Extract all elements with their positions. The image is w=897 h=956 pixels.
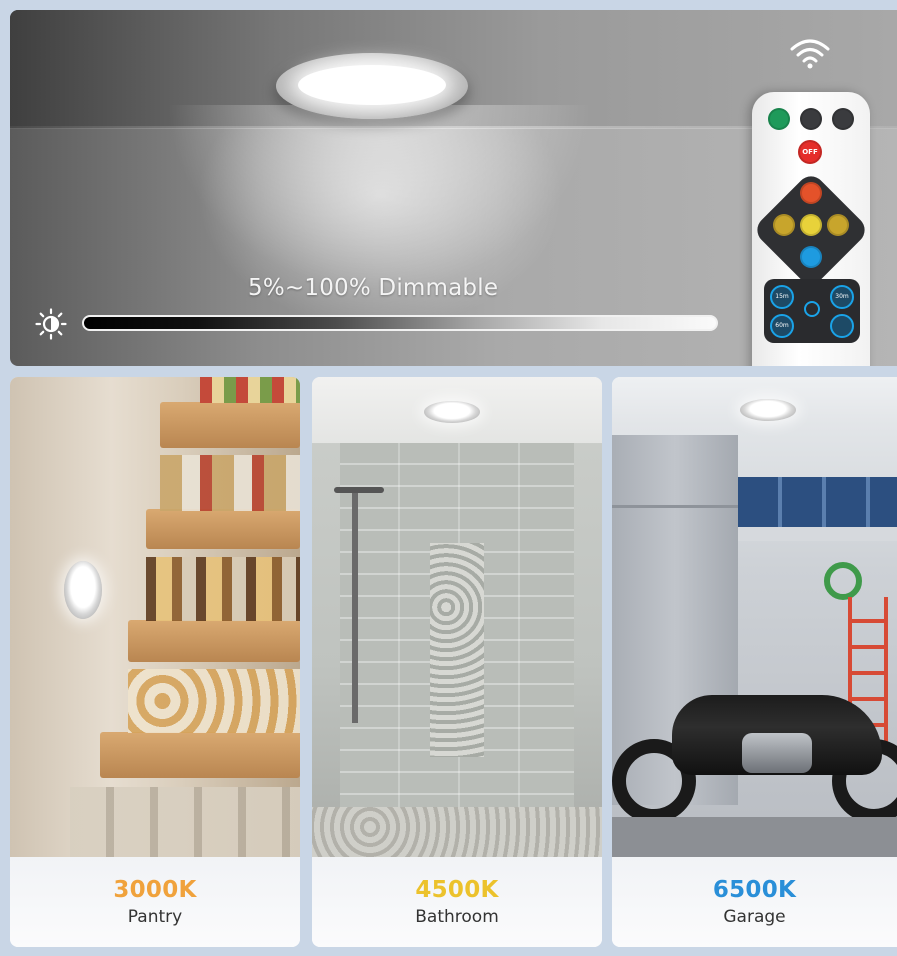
remote-center-button bbox=[800, 214, 822, 236]
ceiling-light-fixture bbox=[740, 399, 796, 421]
timer-60-button: 60m bbox=[770, 314, 794, 338]
color-temperature: 4500K bbox=[415, 877, 499, 903]
dimmable-label: 5%~100% Dimmable bbox=[248, 275, 499, 301]
remote-right-button bbox=[827, 214, 849, 236]
remote-mode-button bbox=[800, 108, 822, 130]
timer-30-button: 30m bbox=[830, 285, 854, 309]
dimming-hero-panel: 5%~100% Dimmable OFF 15m 30m 60m bbox=[10, 10, 897, 366]
cabinet-divider bbox=[612, 505, 738, 508]
color-temperature: 6500K bbox=[712, 877, 797, 903]
jars-row bbox=[128, 669, 300, 733]
jars-row bbox=[160, 455, 300, 511]
sun-brightness-icon bbox=[35, 308, 67, 340]
bathroom-caption: 4500K Bathroom bbox=[312, 857, 602, 947]
remote-timer-pad: 15m 30m 60m bbox=[764, 279, 860, 343]
ceiling-light-fixture bbox=[424, 401, 480, 423]
pantry-shelf bbox=[160, 402, 300, 448]
card-pantry: 3000K Pantry bbox=[10, 377, 300, 947]
storage-bins bbox=[738, 477, 897, 529]
remote-mode-button-2 bbox=[832, 108, 854, 130]
garage-floor bbox=[612, 817, 897, 857]
remote-up-button bbox=[800, 182, 822, 204]
ceiling-light-fixture bbox=[276, 53, 468, 119]
pantry-photo bbox=[10, 377, 300, 857]
remote-off-button: OFF bbox=[798, 140, 822, 164]
shower-niche bbox=[430, 543, 484, 757]
shower-head bbox=[334, 487, 384, 493]
shower-floor bbox=[312, 807, 602, 857]
remote-left-button bbox=[773, 214, 795, 236]
room-name: Garage bbox=[723, 907, 786, 927]
timer-clock-button bbox=[830, 314, 854, 338]
bathroom-photo bbox=[312, 377, 602, 857]
room-name: Bathroom bbox=[415, 907, 499, 927]
remote-green-button bbox=[768, 108, 790, 130]
jars-row bbox=[200, 377, 300, 403]
card-garage: 6500K Garage bbox=[612, 377, 897, 947]
pantry-shelf bbox=[146, 509, 300, 549]
wall-shelf bbox=[738, 527, 897, 541]
wifi-signal-icon bbox=[790, 39, 830, 69]
garage-caption: 6500K Garage bbox=[612, 857, 897, 947]
pantry-caption: 3000K Pantry bbox=[10, 857, 300, 947]
remote-control: OFF 15m 30m 60m bbox=[751, 92, 871, 366]
room-name: Pantry bbox=[127, 907, 183, 927]
shower-hose bbox=[352, 493, 358, 723]
jars-row bbox=[146, 557, 300, 621]
garden-hose bbox=[824, 562, 862, 600]
jars-row bbox=[70, 787, 300, 857]
motorcycle bbox=[612, 677, 897, 827]
card-bathroom: 4500K Bathroom bbox=[312, 377, 602, 947]
color-temperature: 3000K bbox=[113, 877, 197, 903]
brightness-gradient-bar bbox=[82, 315, 718, 331]
pantry-shelf bbox=[128, 620, 300, 662]
alarm-clock-icon bbox=[804, 301, 820, 317]
timer-15-button: 15m bbox=[770, 285, 794, 309]
wall-light-fixture bbox=[64, 561, 102, 619]
garage-photo bbox=[612, 377, 897, 857]
pantry-shelf bbox=[100, 732, 300, 778]
remote-down-button bbox=[800, 246, 822, 268]
